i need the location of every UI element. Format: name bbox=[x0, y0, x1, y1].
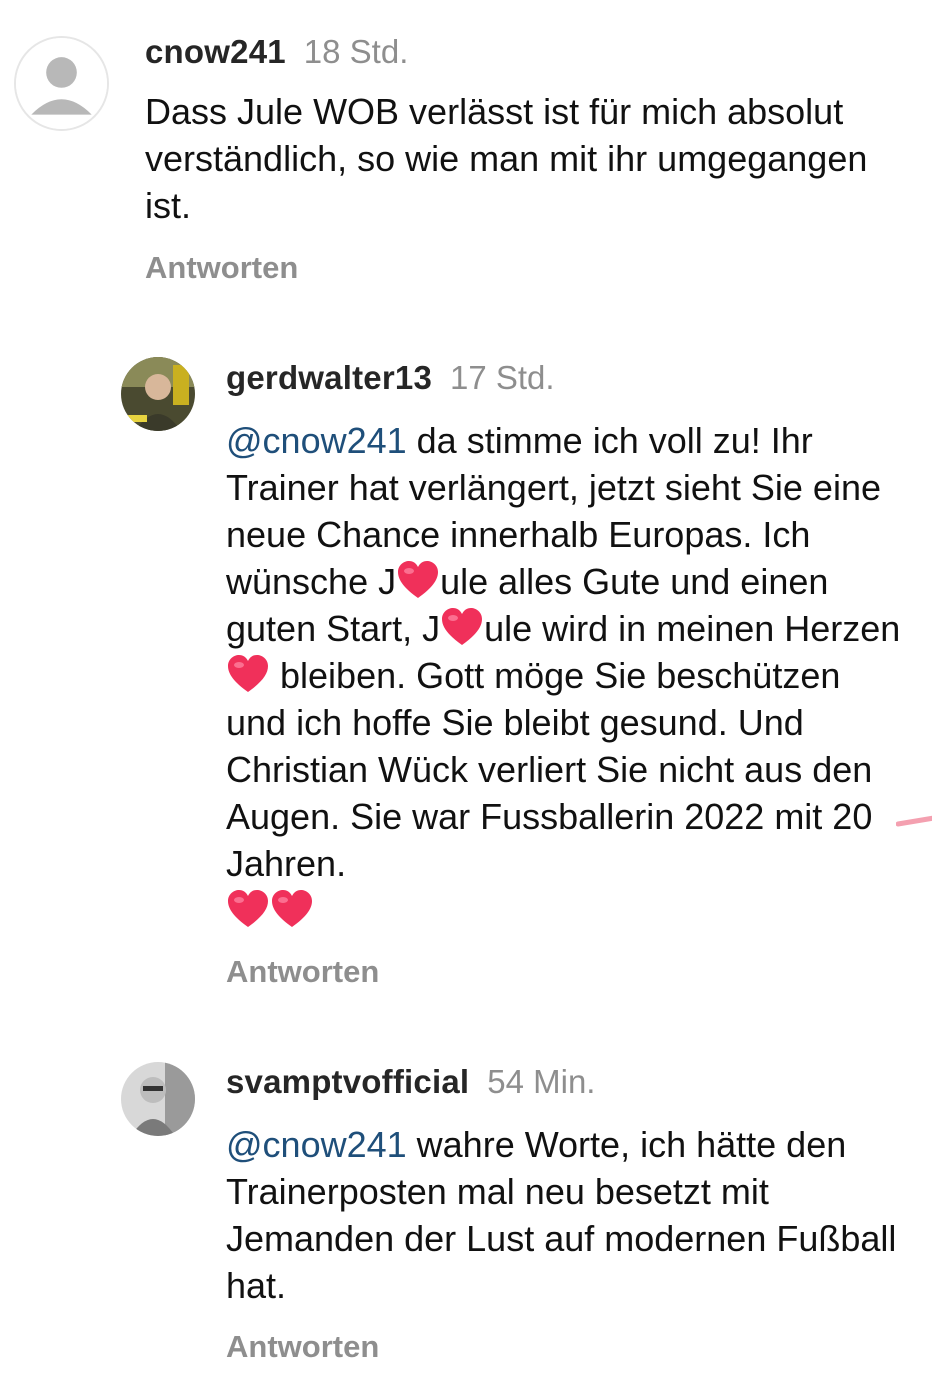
heart-emoji-icon bbox=[440, 607, 484, 647]
mention-link[interactable]: @cnow241 bbox=[226, 1124, 407, 1165]
reply-button[interactable]: Antworten bbox=[226, 952, 379, 992]
comment-header: gerdwalter13 17 Std. bbox=[226, 358, 555, 398]
username[interactable]: svamptvofficial bbox=[226, 1063, 469, 1100]
comment-text: @cnow241 da stimme ich voll zu! Ihr Trai… bbox=[226, 417, 906, 934]
timestamp: 18 Std. bbox=[303, 33, 409, 70]
comment-text: @cnow241 wahre Worte, ich hätte den Trai… bbox=[226, 1124, 897, 1306]
default-avatar-icon[interactable] bbox=[14, 36, 109, 131]
heart-emoji-icon bbox=[226, 889, 270, 929]
heart-emoji-icon bbox=[396, 560, 440, 600]
user-photo-avatar[interactable] bbox=[121, 357, 195, 431]
heart-emoji-icon bbox=[226, 654, 270, 694]
comment-header: cnow241 18 Std. bbox=[145, 32, 408, 72]
user-photo-avatar[interactable] bbox=[121, 1062, 195, 1136]
heart-emoji-icon bbox=[270, 889, 314, 929]
mention-link[interactable]: @cnow241 bbox=[226, 420, 407, 461]
comment-text: Dass Jule WOB verlässt ist für mich abso… bbox=[145, 91, 868, 226]
username[interactable]: gerdwalter13 bbox=[226, 359, 432, 396]
username[interactable]: cnow241 bbox=[145, 33, 286, 70]
comment-header: svamptvofficial 54 Min. bbox=[226, 1062, 595, 1102]
reply-button[interactable]: Antworten bbox=[226, 1327, 379, 1367]
timestamp: 54 Min. bbox=[487, 1063, 596, 1100]
pen-stroke-mark bbox=[896, 815, 932, 827]
timestamp: 17 Std. bbox=[450, 359, 555, 396]
reply-button[interactable]: Antworten bbox=[145, 248, 298, 288]
